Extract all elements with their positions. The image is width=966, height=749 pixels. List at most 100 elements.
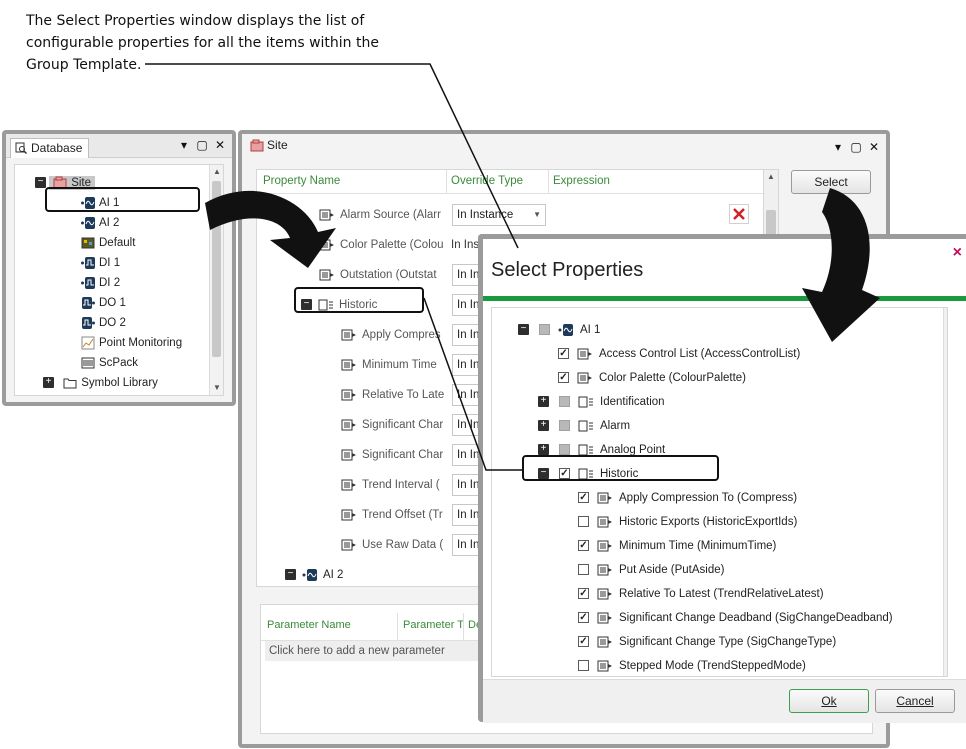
item-label: Identification [600, 396, 665, 408]
checkbox-checked[interactable]: ✓ [578, 636, 589, 648]
checkbox-checked[interactable]: ✓ [578, 588, 589, 600]
tree-item-ai2[interactable]: AI 2 [81, 213, 119, 233]
property-row[interactable]: Put Aside (PutAside) [578, 558, 724, 582]
collapse-icon[interactable]: − [35, 177, 46, 189]
property-group-row[interactable]: + Alarm [538, 414, 630, 438]
collapse-icon[interactable]: − [518, 324, 529, 336]
property-name: Trend Interval ( [362, 479, 440, 491]
scroll-down-icon[interactable]: ▼ [944, 664, 947, 676]
override-value: In In [457, 359, 480, 371]
select-button[interactable]: Select [791, 170, 871, 194]
database-scrollbar[interactable]: ▲ ▼ [209, 165, 223, 395]
property-row[interactable]: ✓ Apply Compression To (Compress) [578, 486, 797, 510]
column-header-expression[interactable]: Expression [553, 175, 610, 187]
close-icon[interactable]: ✕ [868, 140, 880, 154]
checkbox-checked[interactable]: ✓ [558, 372, 569, 384]
cancel-button[interactable]: Cancel [875, 689, 955, 713]
dropdown-icon[interactable]: ▾ [832, 140, 844, 154]
property-row[interactable]: ✓ Significant Change Type (SigChangeType) [578, 630, 836, 654]
dropdown-icon[interactable]: ▾ [178, 138, 190, 152]
checkbox-unchecked[interactable] [578, 660, 589, 672]
checkbox-checked[interactable]: ✓ [578, 612, 589, 624]
property-icon [597, 612, 612, 624]
property-row[interactable]: Outstation (Outstat [319, 260, 437, 290]
tree-item-label: DI 1 [99, 257, 121, 269]
analog-point-icon [302, 568, 317, 581]
scroll-up-icon[interactable]: ▲ [210, 165, 224, 179]
override-value: In In [457, 539, 480, 551]
property-row[interactable]: Minimum Time [341, 350, 437, 380]
property-row[interactable]: Relative To Late [341, 380, 444, 410]
expand-icon[interactable]: + [43, 377, 54, 389]
property-row[interactable]: ✓ Relative To Latest (TrendRelativeLatest… [578, 582, 824, 606]
property-row[interactable]: Apply Compres [341, 320, 441, 350]
close-icon[interactable]: × [953, 244, 962, 262]
property-icon [319, 269, 334, 281]
item-label: AI 2 [323, 569, 344, 581]
expand-icon[interactable]: + [538, 420, 549, 432]
column-header-parameter-type[interactable]: Parameter T [403, 619, 464, 631]
database-tab[interactable]: Database [10, 138, 90, 158]
property-row[interactable]: Alarm Source (Alarr [319, 200, 441, 230]
maximize-icon[interactable]: ▢ [850, 140, 862, 154]
scroll-thumb[interactable] [947, 398, 948, 526]
override-value: In In [457, 479, 480, 491]
scroll-thumb[interactable] [212, 181, 221, 357]
property-row[interactable]: Trend Interval ( [341, 470, 440, 500]
checkbox-unchecked[interactable] [578, 516, 589, 528]
property-row[interactable]: Significant Char [341, 440, 443, 470]
property-row[interactable]: Trend Offset (Tr [341, 500, 443, 530]
expand-icon[interactable]: + [538, 396, 549, 408]
property-row[interactable]: Historic Exports (HistoricExportIds) [578, 510, 797, 534]
checkbox-indeterminate[interactable] [559, 420, 570, 432]
checkbox-indeterminate[interactable] [559, 444, 570, 456]
property-icon [597, 540, 612, 552]
checkbox-checked[interactable]: ✓ [578, 540, 589, 552]
ok-button[interactable]: Ok [789, 689, 869, 713]
tree-item-point-monitoring[interactable]: Point Monitoring [81, 333, 182, 353]
property-row[interactable]: Use Raw Data ( [341, 530, 443, 560]
tree-item-symbol-library[interactable]: + Symbol Library [43, 373, 158, 393]
checkbox-checked[interactable]: ✓ [558, 348, 569, 360]
tree-item-do1[interactable]: DO 1 [81, 293, 126, 313]
property-row[interactable]: ✓ Minimum Time (MinimumTime) [578, 534, 776, 558]
column-header-property-name[interactable]: Property Name [263, 175, 340, 187]
property-row[interactable]: ✓ Access Control List (AccessControlList) [558, 342, 800, 366]
tree-item-do2[interactable]: DO 2 [81, 313, 126, 333]
scroll-down-icon[interactable]: ▼ [210, 381, 224, 395]
checkbox-checked[interactable]: ✓ [578, 492, 589, 504]
item-label: Alarm [600, 420, 631, 432]
scroll-up-icon[interactable]: ▲ [944, 310, 947, 322]
highlight-historic-site [294, 287, 424, 313]
checkbox-unchecked[interactable] [578, 564, 589, 576]
property-row[interactable]: Color Palette (Colou [319, 230, 444, 260]
close-icon[interactable]: ✕ [214, 138, 226, 152]
tree-item-scpack[interactable]: ScPack [81, 353, 138, 373]
delete-button[interactable] [729, 204, 749, 224]
tree-item-default[interactable]: Default [81, 233, 135, 253]
tree-item-ai2[interactable]: − AI 2 [285, 560, 343, 590]
collapse-icon[interactable]: − [285, 569, 296, 581]
expand-icon[interactable]: + [538, 444, 549, 456]
digital-point-icon [81, 256, 95, 269]
override-type-select[interactable]: In Instance ▼ [452, 204, 546, 226]
checkbox-indeterminate[interactable] [539, 324, 550, 336]
database-panel: Database ▾ ▢ ✕ ▲ ▼ − Site AI 1 AI 2 Defa… [2, 130, 236, 406]
property-row[interactable]: ✓ Significant Change Deadband (SigChangeD… [578, 606, 893, 630]
property-row[interactable]: Significant Char [341, 410, 443, 440]
checkbox-indeterminate[interactable] [559, 396, 570, 408]
property-icon [597, 636, 612, 648]
maximize-icon[interactable]: ▢ [196, 138, 208, 152]
column-header-override-type[interactable]: Override Type [451, 175, 523, 187]
property-name: Significant Char [362, 419, 444, 431]
property-group-row[interactable]: + Identification [538, 390, 665, 414]
properties-scrollbar[interactable]: ▲ ▼ [943, 308, 948, 676]
property-row[interactable]: Stepped Mode (TrendSteppedMode) [578, 654, 806, 676]
scroll-up-icon[interactable]: ▲ [764, 170, 778, 184]
tree-item-ai1[interactable]: − AI 1 [518, 318, 600, 342]
column-header-parameter-name[interactable]: Parameter Name [267, 619, 351, 631]
property-row[interactable]: ✓ Color Palette (ColourPalette) [558, 366, 746, 390]
dialog-title: Select Properties [491, 259, 644, 281]
tree-item-di1[interactable]: DI 1 [81, 253, 120, 273]
tree-item-di2[interactable]: DI 2 [81, 273, 120, 293]
